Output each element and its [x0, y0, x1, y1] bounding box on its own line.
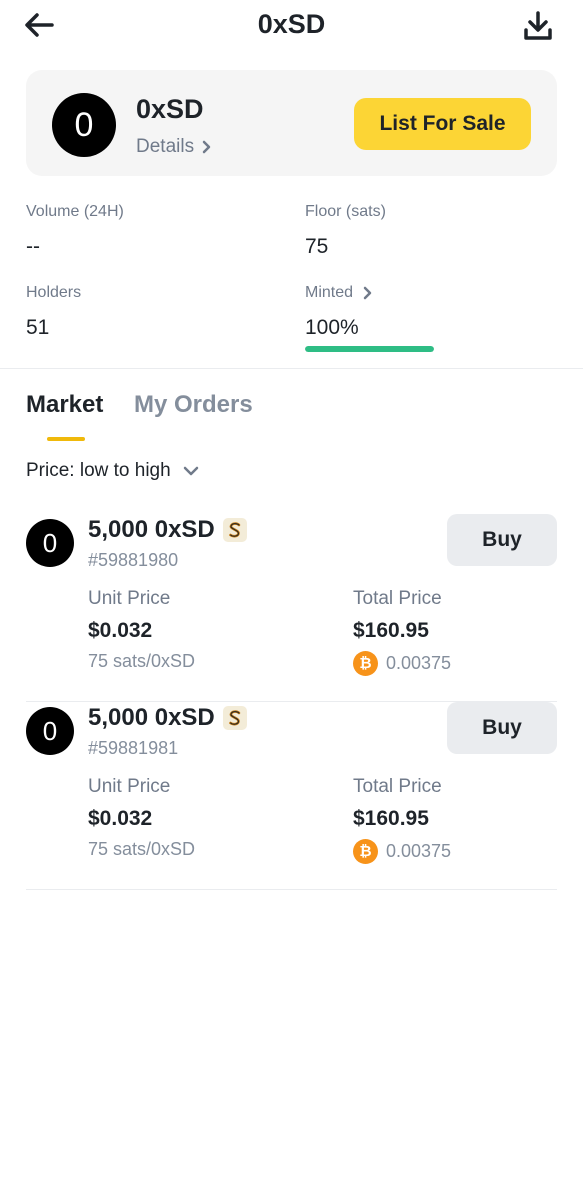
- minted-progress-fill: [305, 346, 434, 352]
- holders-value: 51: [26, 316, 50, 339]
- unit-price-sats-text: 75 sats/0xSD: [88, 839, 196, 859]
- buy-button[interactable]: Buy: [447, 514, 557, 566]
- listing-amount-text: 5,000 0xSD: [88, 516, 215, 543]
- total-price-btc-text: 0.00375: [386, 841, 452, 861]
- holders-label: Holders: [26, 284, 82, 301]
- buy-button[interactable]: Buy: [447, 702, 557, 754]
- unit-price-sats-text: 75 sats/0xSD: [88, 651, 196, 671]
- floor-value: 75: [305, 235, 329, 258]
- minted-link[interactable]: Minted: [305, 284, 373, 302]
- listing-amount-text: 5,000 0xSD: [88, 704, 215, 731]
- volume-label: Volume (24H): [26, 203, 124, 220]
- top-bar: 0xSD: [0, 0, 583, 52]
- listing-id: #59881980: [88, 550, 179, 570]
- unit-price-sats: 75 sats/0xSD: [88, 651, 195, 672]
- total-price-btc: ₿ 0.00375: [353, 839, 451, 864]
- unit-price-sats: 75 sats/0xSD: [88, 839, 195, 860]
- unit-price-value: $0.032: [88, 619, 153, 642]
- chevron-right-icon: [202, 140, 211, 154]
- active-tab-indicator: [47, 437, 85, 441]
- listing-id: #59881981: [88, 738, 179, 758]
- brc20-icon: [222, 706, 247, 730]
- chevron-down-icon: [183, 466, 198, 476]
- listing-item: 0 5,000 0xSD #59881981 Buy Unit Price $0…: [26, 702, 557, 890]
- total-price-value: $160.95: [353, 619, 429, 642]
- minted-value: 100%: [305, 316, 359, 339]
- total-price-btc: ₿ 0.00375: [353, 651, 451, 676]
- unit-price-label: Unit Price: [88, 776, 171, 797]
- total-price-label: Total Price: [353, 776, 442, 797]
- brc20-icon: [222, 518, 247, 542]
- listing-amount: 5,000 0xSD: [88, 516, 247, 544]
- listing-avatar: 0: [26, 519, 74, 567]
- download-icon: [524, 11, 552, 40]
- chevron-right-icon: [363, 286, 372, 300]
- total-price-btc-text: 0.00375: [386, 653, 452, 673]
- floor-label: Floor (sats): [305, 203, 386, 220]
- token-name: 0xSD: [136, 94, 204, 124]
- minted-label: Minted: [305, 284, 354, 301]
- details-link[interactable]: Details: [136, 136, 212, 158]
- listing-avatar: 0: [26, 707, 74, 755]
- tab-my-orders[interactable]: My Orders: [134, 391, 253, 419]
- total-price-label: Total Price: [353, 588, 442, 609]
- token-card: 0 0xSD Details List For Sale: [26, 70, 557, 176]
- minted-progress-bar: [305, 346, 434, 352]
- listing-amount: 5,000 0xSD: [88, 704, 247, 732]
- sort-label: Price: low to high: [26, 460, 171, 481]
- volume-value: --: [26, 235, 40, 258]
- bitcoin-icon: ₿: [353, 839, 378, 864]
- page-title: 0xSD: [257, 9, 326, 39]
- token-avatar: 0: [52, 93, 116, 157]
- listing-item: 0 5,000 0xSD #59881980 Buy Unit Price $0…: [26, 514, 557, 702]
- unit-price-value: $0.032: [88, 807, 153, 830]
- total-price-value: $160.95: [353, 807, 429, 830]
- bitcoin-icon: ₿: [353, 651, 378, 676]
- list-for-sale-button[interactable]: List For Sale: [354, 98, 531, 150]
- divider: [0, 368, 583, 369]
- unit-price-label: Unit Price: [88, 588, 171, 609]
- sort-dropdown[interactable]: Price: low to high: [26, 460, 199, 482]
- details-label: Details: [136, 136, 195, 157]
- tab-market[interactable]: Market: [26, 391, 103, 419]
- download-button[interactable]: [520, 10, 556, 42]
